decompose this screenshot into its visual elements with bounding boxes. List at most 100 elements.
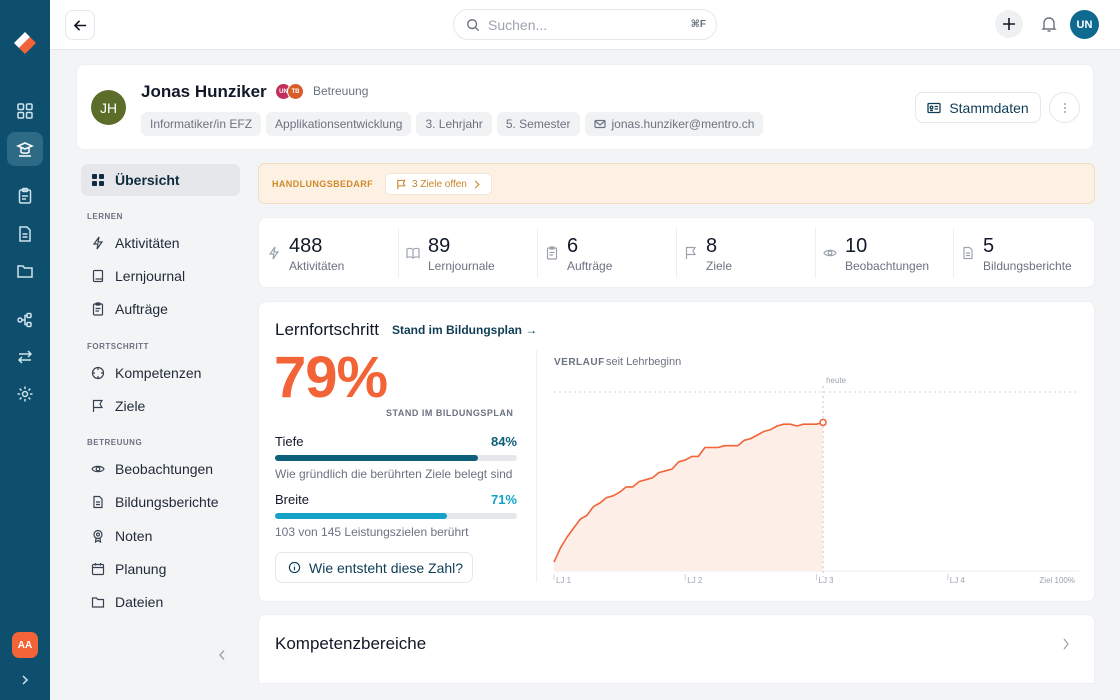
stat-value: 488 (289, 235, 323, 257)
grid-icon (92, 174, 104, 186)
progress-percent-caption: STAND IM BILDUNGSPLAN (386, 408, 514, 418)
sidebar-item-lernjournal[interactable]: Lernjournal (81, 260, 240, 292)
sidebar-item-label: Beobachtungen (115, 461, 214, 477)
open-goals-pill[interactable]: 3 Ziele offen (385, 173, 492, 195)
chevron-right-icon (474, 179, 480, 189)
expand-rail-icon[interactable] (16, 672, 34, 688)
document-icon (93, 495, 103, 509)
chart-x-tick-label: LJ 1 (556, 576, 572, 585)
bolt-icon (92, 236, 104, 250)
stat-auftraege[interactable]: 6 Aufträge (537, 218, 675, 289)
stat-label: Aufträge (567, 259, 613, 273)
rail-network-icon[interactable] (7, 303, 43, 337)
app-rail: AA (0, 0, 50, 700)
rail-settings-icon[interactable] (7, 377, 43, 411)
sidebar-item-ziele[interactable]: Ziele (81, 390, 240, 422)
metric-description: 103 von 145 Leistungszielen berührt (275, 525, 469, 539)
sidebar-item-noten[interactable]: Noten (81, 520, 240, 552)
sidebar-item-label: Bildungsberichte (115, 494, 219, 510)
book-icon (406, 247, 420, 259)
notification-bell-icon[interactable] (1040, 15, 1058, 33)
progress-plan-link[interactable]: Stand im Bildungsplan → (392, 323, 537, 337)
stat-label: Aktivitäten (289, 259, 345, 273)
eye-icon (91, 465, 105, 473)
sidebar-item-label: Ziele (115, 398, 146, 414)
stat-bildungsberichte[interactable]: 5 Bildungsberichte (953, 218, 1091, 289)
app-logo[interactable] (10, 28, 40, 58)
stat-aktivitaeten[interactable]: 488 Aktivitäten (259, 218, 397, 289)
rail-dashboard-icon[interactable] (7, 94, 43, 128)
open-goals-text: 3 Ziele offen (412, 178, 467, 190)
chip-profession: Informatiker/in EFZ (141, 112, 262, 136)
stats-row: 488 Aktivitäten 89 Lernjournale 6 Aufträ… (258, 217, 1095, 288)
stat-ziele[interactable]: 8 Ziele (676, 218, 814, 289)
stat-divider (398, 228, 399, 278)
rail-clipboard-icon[interactable] (7, 179, 43, 213)
more-vertical-icon (1063, 102, 1066, 113)
search-input[interactable] (488, 16, 678, 33)
search-bar[interactable]: ⌘F (453, 9, 717, 40)
sidebar-item-auftraege[interactable]: Aufträge (81, 293, 240, 325)
sidebar-item-label: Lernjournal (115, 268, 186, 284)
sidebar-section-lernen: LERNEN (87, 212, 123, 221)
metric-label: Breite (275, 492, 309, 507)
rail-learners-icon[interactable] (7, 132, 43, 166)
rail-document-icon[interactable] (7, 217, 43, 251)
metric-bar (275, 455, 517, 461)
stat-label: Bildungsberichte (983, 259, 1072, 273)
book-icon (92, 269, 104, 283)
how-calculated-button[interactable]: Wie entsteht diese Zahl? (275, 552, 473, 583)
stat-value: 10 (845, 235, 868, 257)
chevron-left-icon (219, 650, 225, 660)
stat-divider (537, 228, 538, 278)
chip-email[interactable]: jonas.hunziker@mentro.ch (584, 112, 764, 136)
stat-divider (676, 228, 677, 278)
sidebar-item-label: Planung (115, 561, 167, 577)
chart-x-tick-label: LJ 3 (819, 576, 835, 585)
more-options-button[interactable] (1049, 92, 1080, 123)
chip-specialization: Applikationsentwicklung (266, 112, 412, 136)
sidebar-item-label: Noten (115, 528, 153, 544)
learner-profile-card: JH Jonas Hunziker UN TB Betreuung Inform… (76, 64, 1094, 150)
stat-beobachtungen[interactable]: 10 Beobachtungen (815, 218, 953, 289)
metric-bar-fill (275, 455, 479, 461)
rail-folder-icon[interactable] (7, 254, 43, 288)
collapse-sidebar-button[interactable] (214, 647, 230, 663)
progress-title: Lernfortschritt (275, 320, 379, 339)
sidebar-section-fortschritt: FORTSCHRITT (87, 342, 149, 351)
metric-value: 84% (490, 434, 517, 449)
sidebar-item-label: Dateien (115, 594, 164, 610)
add-button[interactable] (995, 10, 1023, 38)
stat-label: Ziele (706, 259, 733, 273)
plus-icon (1003, 18, 1015, 30)
stat-value: 89 (428, 235, 451, 257)
chart-subtitle: seit Lehrbeginn (606, 356, 681, 368)
calendar-icon (91, 563, 105, 576)
chip-year: 3. Lehrjahr (416, 112, 492, 136)
sidebar-item-beobachtungen[interactable]: Beobachtungen (81, 453, 240, 485)
sidebar-item-bildungsberichte[interactable]: Bildungsberichte (81, 486, 240, 518)
sidebar-item-overview[interactable]: Übersicht (81, 164, 240, 196)
sidebar-item-aktivitaeten[interactable]: Aktivitäten (81, 227, 240, 259)
stat-label: Beobachtungen (845, 259, 930, 273)
sidebar-item-planung[interactable]: Planung (81, 553, 240, 585)
progress-percent: 79% (274, 345, 388, 410)
competency-areas-card[interactable]: Kompetenzbereiche (258, 614, 1095, 684)
competency-areas-title: Kompetenzbereiche (275, 634, 427, 653)
learner-chips: Informatiker/in EFZ Applikationsentwickl… (141, 112, 764, 136)
stammdaten-button[interactable]: Stammdaten (915, 92, 1041, 123)
stat-lernjournale[interactable]: 89 Lernjournale (398, 218, 536, 289)
rail-swap-icon[interactable] (7, 340, 43, 374)
supervision-label: Betreuung (313, 84, 369, 98)
back-button[interactable] (65, 10, 95, 40)
flag-icon (685, 246, 697, 259)
supervisor-avatars[interactable]: UN TB (275, 83, 309, 101)
sidebar-item-dateien[interactable]: Dateien (81, 586, 240, 618)
current-user-avatar[interactable]: AA (12, 632, 38, 658)
sidebar-item-kompetenzen[interactable]: Kompetenzen (81, 357, 240, 389)
how-calculated-label: Wie entsteht diese Zahl? (309, 559, 464, 576)
sidebar-item-label: Übersicht (115, 172, 180, 188)
chart-today-label: heute (826, 376, 847, 385)
action-required-label: HANDLUNGSBEDARF (272, 179, 373, 189)
user-avatar[interactable]: UN (1070, 10, 1099, 39)
